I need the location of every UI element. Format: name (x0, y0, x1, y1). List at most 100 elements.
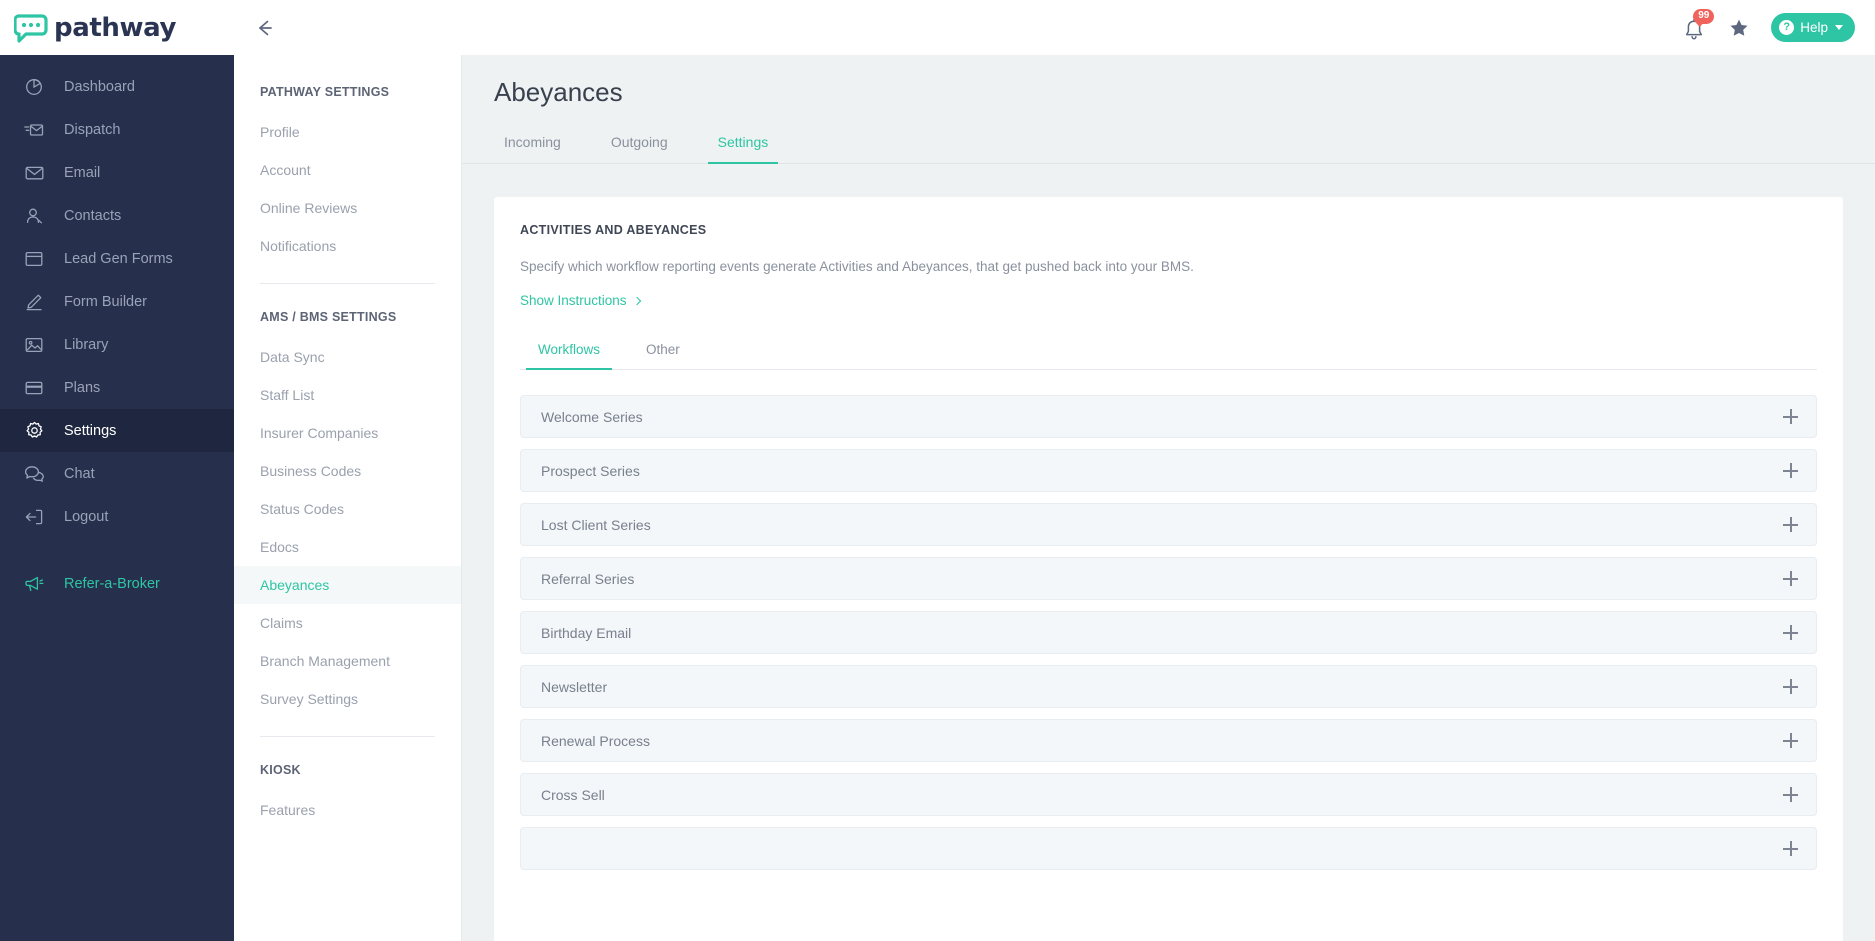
sidebar-item-refer-a-broker[interactable]: Refer-a-Broker (0, 562, 234, 605)
logout-icon (24, 507, 44, 527)
show-instructions-label: Show Instructions (520, 293, 627, 308)
tab-outgoing[interactable]: Outgoing (601, 134, 678, 164)
submenu-item-features[interactable]: Features (234, 791, 461, 829)
activities-abeyances-card: ACTIVITIES AND ABEYANCES Specify which w… (494, 197, 1843, 941)
submenu-item-data-sync[interactable]: Data Sync (234, 338, 461, 376)
accordion-row[interactable]: Newsletter (520, 665, 1817, 708)
plus-icon[interactable] (1783, 517, 1798, 532)
pencil-icon (24, 292, 44, 312)
show-instructions-link[interactable]: Show Instructions (520, 293, 640, 308)
help-button-label: Help (1800, 20, 1828, 35)
sidebar-item-chat[interactable]: Chat (0, 452, 234, 495)
chevron-right-icon (632, 296, 640, 304)
card-inner-tabs: Workflows Other (520, 342, 1817, 370)
tab-workflows[interactable]: Workflows (526, 342, 612, 370)
accordion-row[interactable]: Prospect Series (520, 449, 1817, 492)
plus-icon[interactable] (1783, 733, 1798, 748)
accordion-label: Cross Sell (541, 787, 605, 803)
submenu-heading-kiosk: KIOSK (234, 763, 461, 777)
submenu-item-survey-settings[interactable]: Survey Settings (234, 680, 461, 718)
question-mark-icon: ? (1779, 20, 1794, 35)
sidebar-item-settings[interactable]: Settings (0, 409, 234, 452)
credit-card-icon (24, 378, 44, 398)
accordion-label: Newsletter (541, 679, 607, 695)
accordion-label: Birthday Email (541, 625, 631, 641)
send-mail-icon (24, 120, 44, 140)
submenu-item-notifications[interactable]: Notifications (234, 227, 461, 265)
star-icon[interactable] (1729, 18, 1749, 38)
accordion-row[interactable]: Birthday Email (520, 611, 1817, 654)
submenu-heading-ams-bms-settings: AMS / BMS SETTINGS (234, 310, 461, 324)
main-content: Abeyances Incoming Outgoing Settings ACT… (462, 55, 1875, 941)
tab-settings[interactable]: Settings (708, 134, 779, 164)
sidebar-item-dispatch[interactable]: Dispatch (0, 108, 234, 151)
plus-icon[interactable] (1783, 409, 1798, 424)
sidebar-item-library[interactable]: Library (0, 323, 234, 366)
tab-incoming[interactable]: Incoming (494, 134, 571, 164)
plus-icon[interactable] (1783, 463, 1798, 478)
submenu-item-edocs[interactable]: Edocs (234, 528, 461, 566)
plus-icon[interactable] (1783, 841, 1798, 856)
accordion-row[interactable]: Renewal Process (520, 719, 1817, 762)
pie-chart-icon (24, 77, 44, 97)
sidebar-item-dashboard[interactable]: Dashboard (0, 65, 234, 108)
card-description: Specify which workflow reporting events … (520, 259, 1817, 274)
submenu-heading-pathway-settings: PATHWAY SETTINGS (234, 85, 461, 99)
sidebar-label: Form Builder (64, 294, 147, 310)
sidebar-label: Dispatch (64, 122, 120, 138)
submenu-item-claims[interactable]: Claims (234, 604, 461, 642)
logo-wordmark: pathway (54, 13, 176, 43)
sidebar-label: Library (64, 337, 108, 353)
sidebar-item-email[interactable]: Email (0, 151, 234, 194)
submenu-item-profile[interactable]: Profile (234, 113, 461, 151)
submenu-item-online-reviews[interactable]: Online Reviews (234, 189, 461, 227)
sidebar-spacer (0, 538, 234, 562)
megaphone-icon (24, 574, 44, 594)
submenu-item-branch-management[interactable]: Branch Management (234, 642, 461, 680)
sidebar-label: Plans (64, 380, 100, 396)
sidebar-item-lead-gen-forms[interactable]: Lead Gen Forms (0, 237, 234, 280)
sidebar-item-contacts[interactable]: Contacts (0, 194, 234, 237)
plus-icon[interactable] (1783, 679, 1798, 694)
submenu-divider (260, 283, 435, 284)
accordion-label: Renewal Process (541, 733, 650, 749)
plus-icon[interactable] (1783, 625, 1798, 640)
sidebar-label: Contacts (64, 208, 121, 224)
submenu-item-staff-list[interactable]: Staff List (234, 376, 461, 414)
sidebar-item-form-builder[interactable]: Form Builder (0, 280, 234, 323)
sidebar-label: Lead Gen Forms (64, 251, 173, 267)
back-arrow-icon (253, 17, 275, 39)
sidebar-label: Dashboard (64, 79, 135, 95)
settings-submenu: PATHWAY SETTINGS Profile Account Online … (234, 55, 462, 941)
submenu-item-insurer-companies[interactable]: Insurer Companies (234, 414, 461, 452)
submenu-item-account[interactable]: Account (234, 151, 461, 189)
page-title: Abeyances (462, 55, 1875, 108)
help-button[interactable]: ? Help (1771, 13, 1855, 42)
page-tabs: Incoming Outgoing Settings (462, 108, 1875, 164)
accordion-row[interactable]: Lost Client Series (520, 503, 1817, 546)
gear-icon (24, 421, 44, 441)
topbar-actions: 99 ? Help (1683, 13, 1875, 42)
app-logo[interactable]: pathway (0, 0, 234, 55)
accordion-row[interactable]: Welcome Series (520, 395, 1817, 438)
accordion-row[interactable] (520, 827, 1817, 870)
pathway-logo-icon (14, 13, 48, 43)
back-button[interactable] (234, 17, 294, 39)
plus-icon[interactable] (1783, 571, 1798, 586)
notifications-button[interactable]: 99 (1683, 15, 1707, 41)
tab-other[interactable]: Other (634, 342, 692, 370)
submenu-item-business-codes[interactable]: Business Codes (234, 452, 461, 490)
submenu-item-status-codes[interactable]: Status Codes (234, 490, 461, 528)
sidebar-label: Settings (64, 423, 116, 439)
image-icon (24, 335, 44, 355)
sidebar-label: Chat (64, 466, 95, 482)
accordion-label: Prospect Series (541, 463, 640, 479)
top-bar: pathway 99 ? Help (0, 0, 1875, 55)
sidebar-item-plans[interactable]: Plans (0, 366, 234, 409)
sidebar-label: Logout (64, 509, 108, 525)
plus-icon[interactable] (1783, 787, 1798, 802)
accordion-row[interactable]: Referral Series (520, 557, 1817, 600)
accordion-row[interactable]: Cross Sell (520, 773, 1817, 816)
sidebar-item-logout[interactable]: Logout (0, 495, 234, 538)
submenu-item-abeyances[interactable]: Abeyances (234, 566, 461, 604)
